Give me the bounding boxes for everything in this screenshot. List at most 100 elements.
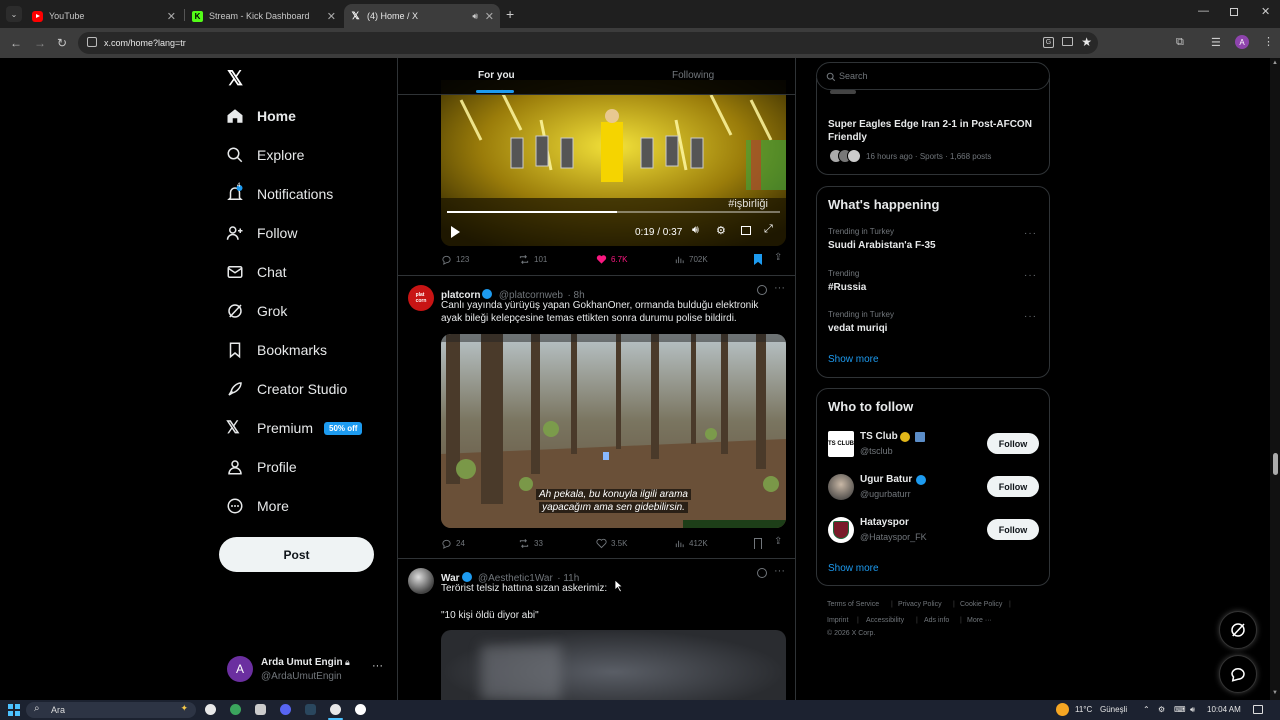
follow-suggestion[interactable]: Hatayspor @Hatayspor_FK Follow	[817, 515, 1049, 547]
views-button[interactable]: 412K	[674, 538, 708, 549]
steam-taskbar-icon[interactable]	[305, 704, 316, 715]
tray-app-icon[interactable]: ⚙	[1158, 705, 1165, 714]
obs-taskbar-icon[interactable]	[355, 704, 366, 715]
reload-icon[interactable]: ↻	[57, 36, 67, 50]
footer-link[interactable]: Accessibility	[866, 617, 904, 624]
video-player[interactable]: Ah pekala, bu konuyla ilgili arama yapac…	[441, 334, 786, 528]
nav-item-home[interactable]: Home	[226, 101, 296, 131]
show-more-link[interactable]: Show more	[828, 563, 879, 574]
footer-link[interactable]: Cookie Policy	[960, 601, 1002, 608]
post-button[interactable]: Post	[219, 537, 374, 572]
repost-button[interactable]: 101	[518, 254, 547, 265]
volume-icon[interactable]: 🔊︎	[692, 224, 699, 237]
pip-icon[interactable]	[741, 226, 751, 235]
follow-button[interactable]: Follow	[987, 476, 1039, 497]
site-info-icon[interactable]	[87, 37, 97, 47]
bookmark-filled-icon[interactable]	[754, 254, 762, 265]
discord-taskbar-icon[interactable]	[280, 704, 291, 715]
extensions-icon[interactable]: ⧉	[1176, 36, 1184, 49]
tweet-more-icon[interactable]: ···	[774, 282, 785, 294]
nav-item-grok[interactable]: Grok	[226, 296, 287, 326]
bookmark-icon[interactable]	[754, 538, 762, 549]
nav-item-creator-studio[interactable]: Creator Studio	[226, 374, 347, 404]
reply-button[interactable]: 123	[441, 254, 469, 265]
messages-float-button[interactable]	[1219, 655, 1257, 693]
reply-button[interactable]: 24	[441, 538, 465, 549]
footer-link[interactable]: Ads info	[924, 617, 949, 624]
nav-item-more[interactable]: More	[226, 491, 289, 521]
restore-button[interactable]	[1230, 8, 1238, 16]
chrome-taskbar-icon[interactable]	[205, 704, 216, 715]
browser-tab-x[interactable]: 𝕏 (4) Home / X 🔊︎ ✕	[344, 4, 500, 28]
new-tab-button[interactable]: +	[506, 6, 514, 22]
like-button[interactable]: 6.7K	[596, 254, 627, 265]
nav-item-profile[interactable]: Profile	[226, 452, 297, 482]
cast-icon[interactable]	[1062, 37, 1073, 46]
like-button[interactable]: 3.5K	[596, 538, 627, 549]
windows-start-icon[interactable]	[8, 704, 20, 716]
footer-link[interactable]: Terms of Service	[827, 601, 879, 608]
close-tab-icon[interactable]: ✕	[167, 10, 176, 23]
show-more-link[interactable]: Show more	[828, 354, 879, 365]
tab-following[interactable]: Following	[672, 70, 714, 81]
nav-item-follow[interactable]: Follow	[226, 218, 297, 248]
scroll-down-arrow[interactable]: ▼	[1272, 690, 1278, 696]
tweet-media[interactable]	[441, 630, 786, 700]
repost-button[interactable]: 33	[518, 538, 543, 549]
settings-icon[interactable]: ⚙	[716, 224, 726, 237]
footer-link[interactable]: More ···	[967, 617, 992, 624]
trend-item[interactable]: Trending in Turkey Suudi Arabistan'a F-3…	[817, 225, 1049, 261]
forward-icon[interactable]: →	[34, 36, 46, 50]
browser-tab-youtube[interactable]: YouTube ✕	[26, 4, 182, 28]
tray-chevron-icon[interactable]: ⌃	[1143, 705, 1150, 714]
tweet-more-icon[interactable]: ···	[774, 565, 785, 577]
follow-suggestion[interactable]: Ugur Batur @ugurbaturr Follow	[817, 472, 1049, 504]
back-icon[interactable]: ←	[10, 36, 22, 50]
trend-more-icon[interactable]: ···	[1024, 228, 1037, 239]
video-progress-bar[interactable]	[447, 211, 780, 213]
grok-icon[interactable]	[757, 285, 767, 295]
weather-temp[interactable]: 11°C	[1075, 705, 1092, 714]
tweet[interactable]: plat corn platcorn @platcornweb · 8h ··· …	[398, 276, 795, 558]
nav-item-explore[interactable]: Explore	[226, 140, 304, 170]
share-icon[interactable]: ⇪	[774, 536, 782, 547]
video-player[interactable]: #işbirliği 0:19 / 0:37 🔊︎ ⚙ ⤢	[441, 80, 786, 246]
follow-button[interactable]: Follow	[987, 433, 1039, 454]
trend-more-icon[interactable]: ···	[1024, 270, 1037, 281]
nav-item-chat[interactable]: Chat	[226, 257, 287, 287]
scrollbar-thumb[interactable]	[1273, 453, 1278, 475]
footer-link[interactable]: Privacy Policy	[898, 601, 942, 608]
fullscreen-icon[interactable]: ⤢	[764, 223, 773, 236]
browser-menu-icon[interactable]: ⋮	[1263, 35, 1274, 48]
account-more-icon[interactable]: ···	[372, 660, 383, 672]
speaker-icon[interactable]: 🔊︎	[472, 11, 478, 22]
media-controls-icon[interactable]: ☰	[1211, 36, 1221, 49]
bookmark-star-icon[interactable]: ★	[1081, 35, 1092, 49]
spotify-taskbar-icon[interactable]	[230, 704, 241, 715]
browser-tab-kick[interactable]: K Stream - Kick Dashboard ✕	[186, 4, 342, 28]
page-scrollbar[interactable]: ▲ ▼	[1270, 58, 1280, 700]
clock[interactable]: 10:04 AM	[1207, 705, 1241, 714]
chrome-taskbar-icon[interactable]	[330, 704, 341, 715]
network-icon[interactable]: ⌨	[1174, 705, 1186, 714]
play-icon[interactable]	[451, 226, 460, 238]
close-tab-icon[interactable]: ✕	[327, 10, 336, 23]
volume-icon[interactable]: 🔊︎	[1190, 705, 1195, 715]
profile-avatar[interactable]: A	[1235, 35, 1249, 49]
notification-center-icon[interactable]	[1253, 705, 1263, 714]
trend-more-icon[interactable]: ···	[1024, 311, 1037, 322]
share-icon[interactable]: ⇪	[774, 252, 782, 263]
views-button[interactable]: 702K	[674, 254, 708, 265]
close-window-button[interactable]: ✕	[1261, 5, 1270, 18]
weather-desc[interactable]: Güneşli	[1100, 705, 1127, 714]
trend-item[interactable]: Trending in Turkey vedat muriqi ···	[817, 308, 1049, 344]
address-bar[interactable]: x.com/home?lang=tr G ★	[78, 32, 1098, 54]
account-switcher[interactable]: A Arda Umut Engin 🔒︎ @ArdaUmutEngin ···	[226, 654, 396, 690]
tab-search-chevron-icon[interactable]: ⌄	[6, 6, 22, 22]
tab-for-you[interactable]: For you	[478, 70, 515, 81]
nav-item-notifications[interactable]: 4 Notifications	[226, 179, 333, 209]
news-card[interactable]: Super Eagles Edge Iran 2-1 in Post-AFCON…	[816, 78, 1050, 175]
tweet[interactable]: War @Aesthetic1War · 11h ··· Terörist te…	[398, 559, 795, 700]
grok-icon[interactable]	[757, 568, 767, 578]
translate-icon[interactable]: G	[1043, 37, 1054, 48]
